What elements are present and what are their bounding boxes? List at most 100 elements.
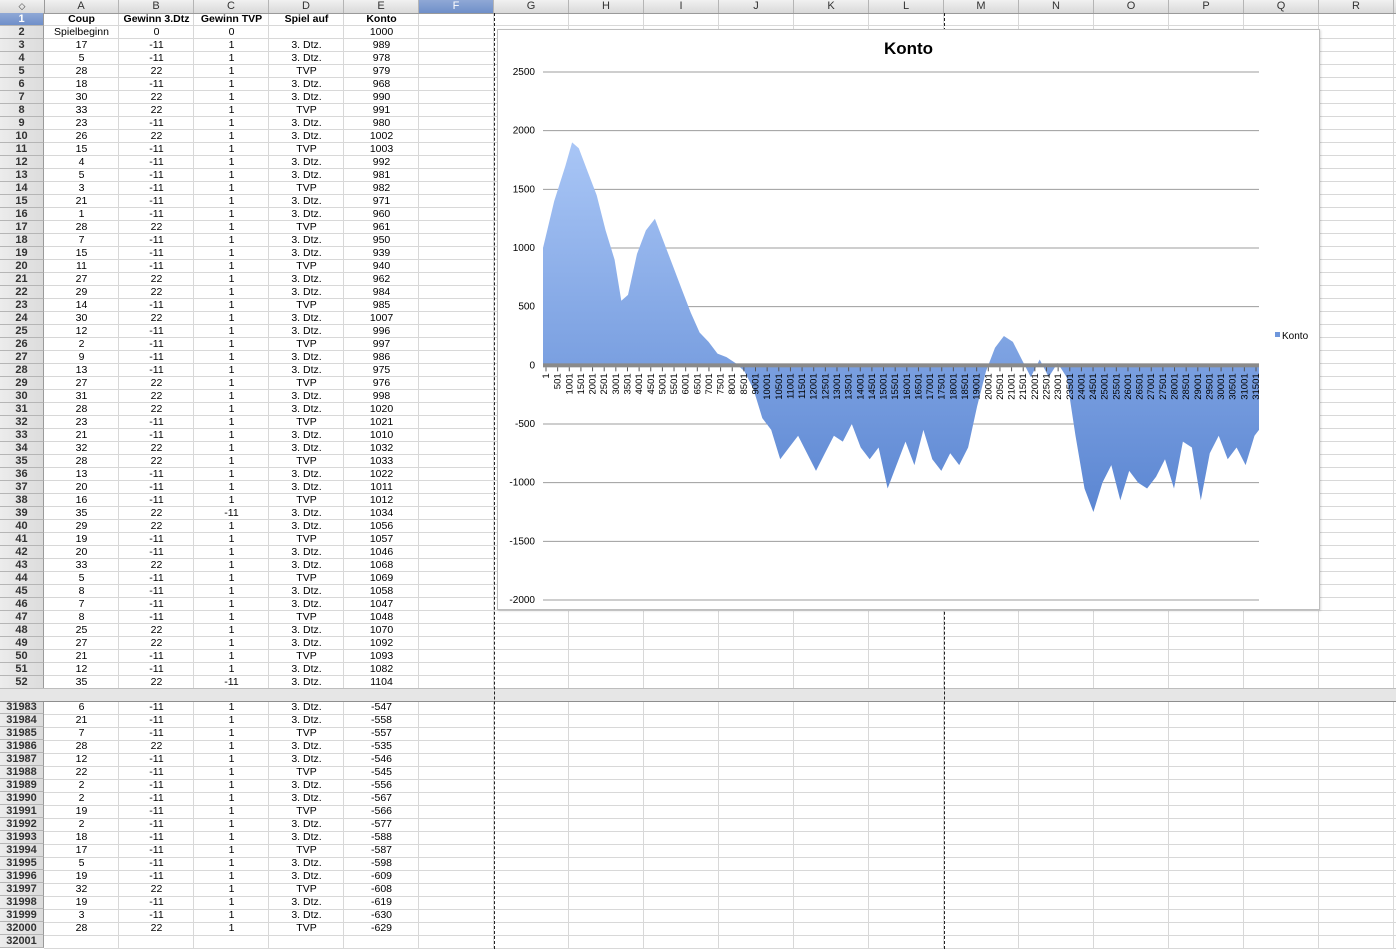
column-title-cell[interactable]: Gewinn TVP	[194, 13, 269, 26]
row-header-10[interactable]: 10	[0, 130, 44, 143]
row-header-31995[interactable]: 31995	[0, 857, 44, 870]
table-cell[interactable]: 1047	[344, 598, 419, 611]
table-cell[interactable]: 1082	[344, 663, 419, 676]
table-cell[interactable]: 3. Dtz.	[269, 663, 344, 676]
table-cell[interactable]: -11	[119, 299, 194, 312]
table-cell[interactable]: TVP	[269, 922, 344, 935]
table-cell[interactable]: 1020	[344, 403, 419, 416]
table-cell[interactable]: 985	[344, 299, 419, 312]
table-cell[interactable]: 19	[44, 870, 119, 883]
table-cell[interactable]: 3. Dtz.	[269, 624, 344, 637]
table-cell[interactable]: -11	[119, 857, 194, 870]
table-cell[interactable]: 5	[44, 857, 119, 870]
table-cell[interactable]: 17	[44, 844, 119, 857]
table-cell[interactable]: -11	[119, 52, 194, 65]
table-cell[interactable]: -609	[344, 870, 419, 883]
table-cell[interactable]: -11	[119, 156, 194, 169]
row-header-6[interactable]: 6	[0, 78, 44, 91]
table-cell[interactable]: -11	[119, 663, 194, 676]
table-cell[interactable]: -577	[344, 818, 419, 831]
table-cell[interactable]: 22	[119, 377, 194, 390]
table-cell[interactable]: -11	[119, 39, 194, 52]
column-header-f[interactable]: F	[419, 0, 494, 13]
table-cell[interactable]: -545	[344, 766, 419, 779]
table-cell[interactable]: 1	[194, 701, 269, 714]
table-cell[interactable]: 30	[44, 312, 119, 325]
table-cell[interactable]: 1	[194, 870, 269, 883]
table-cell[interactable]: 22	[44, 766, 119, 779]
table-cell[interactable]: -11	[119, 338, 194, 351]
table-cell[interactable]: 1	[194, 442, 269, 455]
column-header-k[interactable]: K	[794, 0, 869, 13]
row-header-14[interactable]: 14	[0, 182, 44, 195]
table-cell[interactable]: TVP	[269, 416, 344, 429]
table-cell[interactable]: 12	[44, 325, 119, 338]
table-cell[interactable]: 991	[344, 104, 419, 117]
table-cell[interactable]: TVP	[269, 455, 344, 468]
row-header-13[interactable]: 13	[0, 169, 44, 182]
table-cell[interactable]: 28	[44, 403, 119, 416]
table-cell[interactable]: 33	[44, 104, 119, 117]
row-header-16[interactable]: 16	[0, 208, 44, 221]
table-cell[interactable]: TVP	[269, 377, 344, 390]
window-split-bar[interactable]	[0, 688, 1396, 702]
table-cell[interactable]: -557	[344, 727, 419, 740]
table-cell[interactable]: -11	[119, 533, 194, 546]
table-cell[interactable]: 3. Dtz.	[269, 195, 344, 208]
table-cell[interactable]: 1046	[344, 546, 419, 559]
table-cell[interactable]: 19	[44, 896, 119, 909]
table-cell[interactable]: -11	[119, 247, 194, 260]
table-cell[interactable]: 976	[344, 377, 419, 390]
table-cell[interactable]: 1	[194, 377, 269, 390]
table-cell[interactable]: 1	[194, 650, 269, 663]
row-header-27[interactable]: 27	[0, 351, 44, 364]
table-cell[interactable]: 1	[194, 714, 269, 727]
row-header-46[interactable]: 46	[0, 598, 44, 611]
table-cell[interactable]: 22	[119, 624, 194, 637]
table-cell[interactable]: TVP	[269, 221, 344, 234]
table-cell[interactable]: 992	[344, 156, 419, 169]
table-cell[interactable]: 1	[194, 481, 269, 494]
column-header-a[interactable]: A	[44, 0, 119, 13]
table-cell[interactable]: 1	[194, 455, 269, 468]
table-cell[interactable]: 20	[44, 546, 119, 559]
table-cell[interactable]: -11	[119, 753, 194, 766]
row-header-40[interactable]: 40	[0, 520, 44, 533]
row-header-31991[interactable]: 31991	[0, 805, 44, 818]
table-cell[interactable]: 3	[44, 182, 119, 195]
table-cell[interactable]: 17	[44, 39, 119, 52]
row-header-50[interactable]: 50	[0, 650, 44, 663]
table-cell[interactable]: -547	[344, 701, 419, 714]
table-cell[interactable]: -11	[119, 182, 194, 195]
table-cell[interactable]: 990	[344, 91, 419, 104]
table-cell[interactable]: 31	[44, 390, 119, 403]
table-cell[interactable]: 3. Dtz.	[269, 429, 344, 442]
table-cell[interactable]: 22	[119, 130, 194, 143]
table-cell[interactable]: -11	[119, 351, 194, 364]
row-header-31996[interactable]: 31996	[0, 870, 44, 883]
column-header-e[interactable]: E	[344, 0, 419, 13]
table-cell[interactable]: -11	[119, 818, 194, 831]
table-cell[interactable]: 1	[194, 585, 269, 598]
table-cell[interactable]: 1	[194, 494, 269, 507]
row-header-43[interactable]: 43	[0, 559, 44, 572]
table-cell[interactable]: 28	[44, 65, 119, 78]
table-cell[interactable]: 3. Dtz.	[269, 909, 344, 922]
table-cell[interactable]: -598	[344, 857, 419, 870]
table-cell[interactable]: 1	[194, 208, 269, 221]
table-cell[interactable]: TVP	[269, 883, 344, 896]
table-cell[interactable]: 12	[44, 753, 119, 766]
row-header-47[interactable]: 47	[0, 611, 44, 624]
table-cell[interactable]: 3. Dtz.	[269, 481, 344, 494]
table-cell[interactable]: -11	[119, 208, 194, 221]
row-header-19[interactable]: 19	[0, 247, 44, 260]
column-header-o[interactable]: O	[1094, 0, 1169, 13]
column-header-g[interactable]: G	[494, 0, 569, 13]
table-cell[interactable]: 1034	[344, 507, 419, 520]
row-header-29[interactable]: 29	[0, 377, 44, 390]
table-cell[interactable]: -11	[119, 546, 194, 559]
table-cell[interactable]: -11	[119, 792, 194, 805]
column-header-n[interactable]: N	[1019, 0, 1094, 13]
table-cell[interactable]: TVP	[269, 65, 344, 78]
table-cell[interactable]: 22	[119, 286, 194, 299]
